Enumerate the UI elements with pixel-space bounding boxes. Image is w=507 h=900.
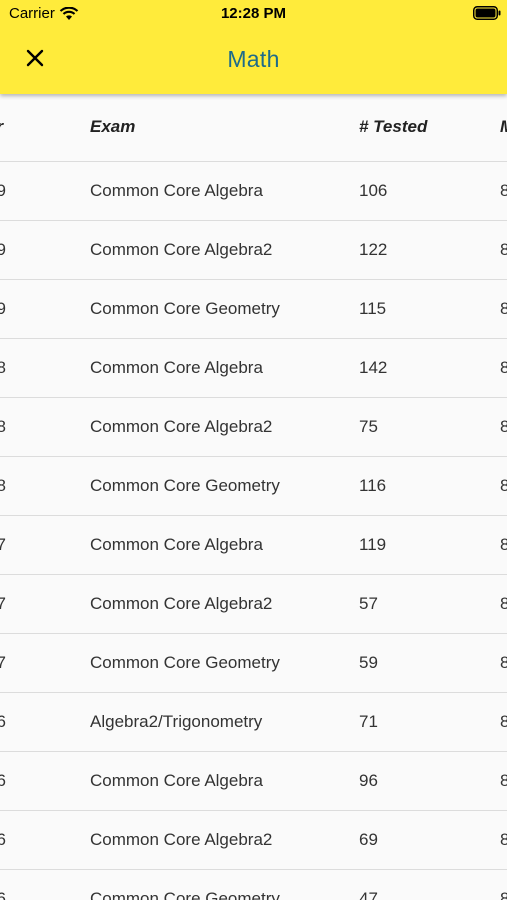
cell-mean: 8 — [500, 653, 507, 672]
column-header-tested[interactable]: # Tested — [359, 117, 427, 137]
cell-tested: 59 — [359, 653, 378, 672]
cell-mean: 8 — [500, 417, 507, 436]
cell-mean: 8 — [500, 830, 507, 849]
cell-mean: 8 — [500, 594, 507, 613]
cell-mean: 8 — [500, 476, 507, 495]
cell-tested: 47 — [359, 889, 378, 900]
cell-year: 16 — [0, 771, 6, 790]
cell-exam: Common Core Algebra2 — [90, 830, 273, 849]
cell-year: 16 — [0, 712, 6, 731]
table-header-row: ar Exam # Tested M — [0, 94, 507, 162]
cell-tested: 96 — [359, 771, 378, 790]
cell-tested: 122 — [359, 240, 388, 259]
table-row[interactable]: 19 Common Core Geometry 115 8 — [0, 280, 507, 339]
page-title: Math — [227, 46, 280, 72]
table-row[interactable]: 16 Common Core Algebra2 69 8 — [0, 811, 507, 870]
table-row[interactable]: 18 Common Core Geometry 116 8 — [0, 457, 507, 516]
cell-tested: 116 — [359, 476, 387, 495]
table-row[interactable]: 16 Common Core Algebra 96 8 — [0, 752, 507, 811]
cell-year: 19 — [0, 240, 6, 259]
toolbar: Math — [0, 28, 507, 94]
cell-mean: 8 — [500, 240, 507, 259]
cell-mean: 8 — [500, 299, 507, 318]
cell-mean: 8 — [500, 535, 507, 554]
results-table[interactable]: ar Exam # Tested M 19 Common Core Algebra… — [0, 94, 507, 900]
status-bar: Carrier 12:28 PM — [0, 0, 507, 28]
column-header-exam[interactable]: Exam — [90, 117, 135, 137]
cell-exam: Common Core Algebra2 — [90, 417, 273, 436]
cell-mean: 8 — [500, 771, 507, 790]
cell-exam: Common Core Algebra2 — [90, 240, 273, 259]
cell-tested: 71 — [359, 712, 378, 731]
cell-exam: Common Core Geometry — [90, 299, 280, 318]
cell-mean: 8 — [500, 889, 507, 900]
cell-mean: 8 — [500, 181, 507, 200]
clock: 12:28 PM — [220, 5, 287, 22]
cell-tested: 119 — [359, 535, 387, 554]
cell-exam: Common Core Algebra2 — [90, 594, 273, 613]
cell-exam: Common Core Algebra — [90, 181, 263, 200]
cell-exam: Common Core Geometry — [90, 653, 280, 672]
cell-exam: Common Core Algebra — [90, 771, 263, 790]
table-row[interactable]: 19 Common Core Algebra2 122 8 — [0, 221, 507, 280]
battery-icon — [473, 6, 501, 20]
cell-tested: 57 — [359, 594, 378, 613]
cell-mean: 8 — [500, 358, 507, 377]
cell-tested: 142 — [359, 358, 388, 377]
cell-exam: Common Core Geometry — [90, 476, 280, 495]
table-row[interactable]: 17 Common Core Algebra 119 8 — [0, 516, 507, 575]
cell-year: 16 — [0, 889, 6, 900]
table-body: 19 Common Core Algebra 106 8 19 Common Core A… — [0, 162, 507, 900]
cell-exam: Common Core Algebra — [90, 535, 263, 554]
cell-mean: 8 — [500, 712, 507, 731]
cell-tested: 75 — [359, 417, 378, 436]
cell-tested: 115 — [359, 299, 387, 318]
screen: Carrier 12:28 PM Math Exam # Tested 9 Co… — [0, 0, 507, 900]
table-row[interactable]: 17 Common Core Algebra2 57 8 — [0, 575, 507, 634]
cell-year: 17 — [0, 594, 6, 613]
table-row[interactable]: 17 Common Core Geometry 59 8 — [0, 634, 507, 693]
cell-year: 19 — [0, 299, 6, 318]
cell-exam: Common Core Algebra — [90, 358, 263, 377]
table-row[interactable]: 18 Common Core Algebra 142 8 — [0, 339, 507, 398]
table-row[interactable]: 16 Common Core Geometry 47 8 — [0, 870, 507, 900]
cell-year: 16 — [0, 830, 6, 849]
table-row[interactable]: 18 Common Core Algebra2 75 8 — [0, 398, 507, 457]
cell-year: 18 — [0, 417, 6, 436]
column-header-mean[interactable]: M — [500, 117, 507, 137]
cell-exam: Common Core Geometry — [90, 889, 280, 900]
table-row[interactable]: 16 Algebra2/Trigonometry 71 8 — [0, 693, 507, 752]
cell-exam: Algebra2/Trigonometry — [90, 712, 263, 731]
column-header-year[interactable]: ar — [0, 117, 3, 137]
cell-tested: 106 — [359, 181, 388, 200]
cell-tested: 69 — [359, 830, 378, 849]
cell-year: 19 — [0, 181, 6, 200]
table-row[interactable]: 19 Common Core Algebra 106 8 — [0, 162, 507, 221]
app-header: Carrier 12:28 PM Math — [0, 0, 507, 94]
cell-year: 17 — [0, 653, 6, 672]
cell-year: 18 — [0, 358, 6, 377]
cell-year: 18 — [0, 476, 6, 495]
cell-year: 17 — [0, 535, 6, 554]
